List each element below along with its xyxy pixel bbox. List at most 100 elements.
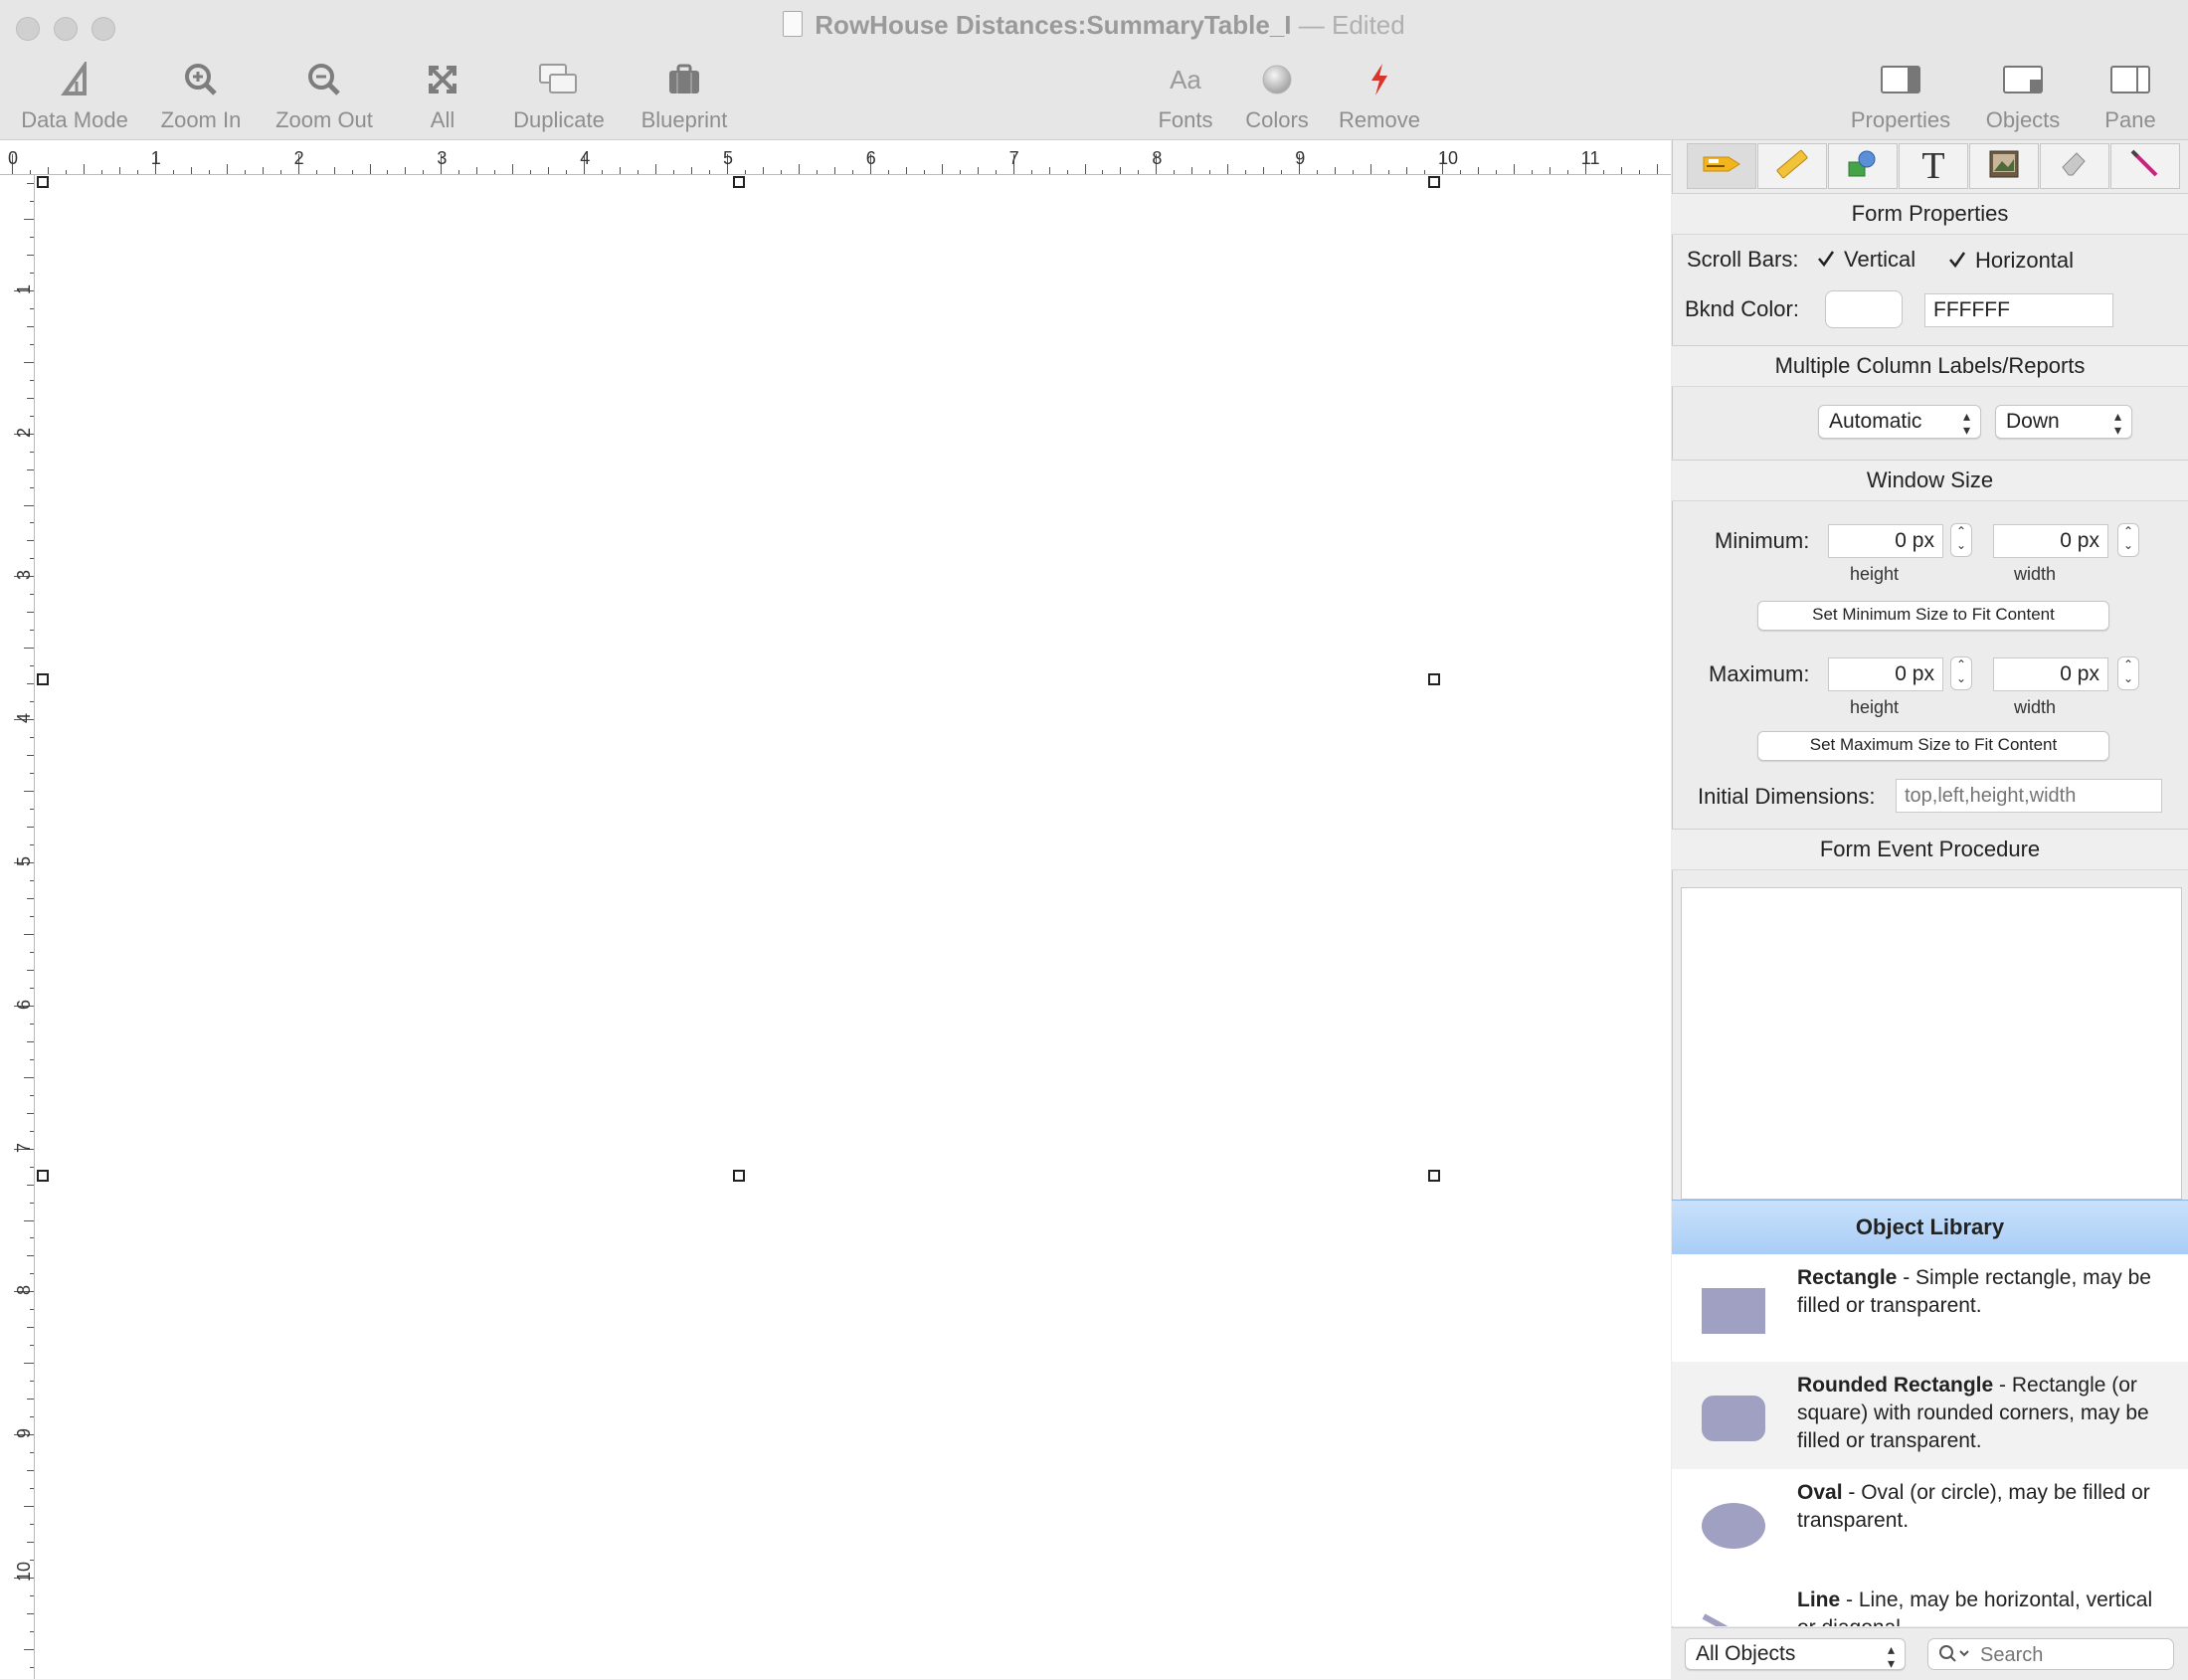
vertical-label: Vertical	[1844, 247, 1916, 272]
zoom-out-button[interactable]: Zoom Out	[267, 58, 382, 133]
text-tab[interactable]: T	[1899, 143, 1968, 189]
duplicate-icon	[503, 58, 615, 101]
vertical-scroll-checkbox[interactable]: Vertical	[1816, 247, 1915, 273]
maximum-label: Maximum:	[1709, 661, 1810, 686]
max-height-stepper[interactable]: ⌃ ⌄	[1950, 656, 1972, 690]
colors-icon	[1239, 58, 1315, 101]
properties-pane-icon	[1840, 58, 1961, 101]
form-properties-header: Form Properties	[1672, 193, 2188, 235]
object-filter-popup[interactable]: All Objects ▴ ▾	[1685, 1638, 1906, 1670]
library-item-line[interactable]: Line - Line, may be horizontal, vertical…	[1672, 1577, 2188, 1626]
image-tab[interactable]	[1969, 143, 2039, 189]
library-item-text: Oval - Oval (or circle), may be filled o…	[1797, 1481, 2150, 1532]
document-icon	[783, 11, 804, 37]
horizontal-scroll-checkbox[interactable]: Horizontal	[1947, 248, 2074, 274]
data-mode-icon	[14, 58, 135, 101]
objects-pane-button[interactable]: Objects	[1975, 58, 2071, 133]
ruler-number: 2	[14, 427, 34, 438]
column-layout-value: Automatic	[1829, 410, 1922, 433]
remove-button[interactable]: Remove	[1335, 58, 1424, 133]
rounded-rectangle-shape-icon	[1702, 1396, 1765, 1441]
ruler-number: 3	[14, 570, 34, 581]
chevron-updown-icon: ▴ ▾	[1887, 1641, 1895, 1671]
fonts-button[interactable]: Aa Fonts	[1150, 58, 1221, 133]
checkmark-icon	[1816, 249, 1836, 269]
shapes-tab[interactable]	[1828, 143, 1898, 189]
ruler-number: 4	[14, 713, 34, 724]
library-item-oval[interactable]: Oval - Oval (or circle), may be filled o…	[1672, 1469, 2188, 1577]
chevron-updown-icon: ▴ ▾	[2113, 408, 2121, 438]
min-width-stepper[interactable]: ⌃ ⌄	[2117, 523, 2139, 557]
colors-button[interactable]: Colors	[1239, 58, 1315, 133]
ruler-number: 6	[14, 999, 34, 1010]
form-properties-tab[interactable]	[1687, 143, 1756, 189]
min-height-stepper[interactable]: ⌃ ⌄	[1950, 523, 1972, 557]
fit-all-button[interactable]: All	[408, 58, 477, 133]
max-width-field[interactable]: 0 px	[1993, 657, 2108, 691]
window-title: RowHouse Distances:SummaryTable_I — Edit…	[0, 10, 2188, 41]
initial-dimensions-field[interactable]	[1896, 779, 2162, 813]
selection-handle[interactable]	[37, 1170, 49, 1182]
ruler-number: 11	[1580, 148, 1600, 168]
ruler-tab[interactable]	[1757, 143, 1827, 189]
min-height-field[interactable]: 0 px	[1828, 524, 1943, 558]
selection-handle[interactable]	[1428, 673, 1440, 685]
library-item-text: Rounded Rectangle - Rectangle (or square…	[1797, 1374, 2149, 1452]
ruler-number: 4	[580, 148, 591, 168]
zoom-out-label: Zoom Out	[275, 107, 373, 132]
fonts-icon: Aa	[1170, 64, 1201, 94]
ruler-number: 8	[14, 1285, 34, 1296]
form-tag-icon	[1701, 149, 1742, 184]
zoom-out-icon	[267, 58, 382, 101]
bknd-color-well[interactable]	[1825, 290, 1903, 328]
max-height-caption: height	[1850, 697, 1900, 717]
selection-handle[interactable]	[1428, 1170, 1440, 1182]
selection-handle[interactable]	[733, 1170, 745, 1182]
max-width-stepper[interactable]: ⌃ ⌄	[2117, 656, 2139, 690]
selection-handle[interactable]	[733, 176, 745, 188]
column-direction-popup[interactable]: Down ▴ ▾	[1995, 405, 2132, 439]
set-max-size-button[interactable]: Set Maximum Size to Fit Content	[1757, 731, 2109, 761]
remove-label: Remove	[1339, 107, 1420, 132]
ruler-number: 0	[8, 148, 19, 168]
blueprint-button[interactable]: Blueprint	[633, 58, 736, 133]
vertical-ruler: 1 2 3 4 5 6 7 8 9 10	[0, 175, 35, 1679]
data-mode-button[interactable]: Data Mode	[14, 58, 135, 133]
duplicate-button[interactable]: Duplicate	[503, 58, 615, 133]
event-procedure-editor[interactable]	[1681, 887, 2182, 1200]
library-item-rectangle[interactable]: Rectangle - Simple rectangle, may be fil…	[1672, 1254, 2188, 1362]
ruler-number: 7	[1008, 148, 1019, 168]
selection-handle[interactable]	[1428, 176, 1440, 188]
pane-toggle-button[interactable]: Pane	[2089, 58, 2172, 133]
bknd-color-hex-field[interactable]: FFFFFF	[1924, 293, 2113, 327]
horizontal-label: Horizontal	[1975, 248, 2075, 273]
selection-handle[interactable]	[37, 176, 49, 188]
object-library-list[interactable]: Rectangle - Simple rectangle, may be fil…	[1672, 1254, 2188, 1626]
scroll-bars-label: Scroll Bars:	[1687, 247, 1799, 272]
form-canvas[interactable]	[35, 175, 1671, 1679]
column-direction-value: Down	[2006, 410, 2060, 433]
horizontal-ruler: 0 1 2 3 4 5 6 7 8 9 10 11	[0, 140, 1671, 175]
library-item-text: Rectangle - Simple rectangle, may be fil…	[1797, 1266, 2151, 1317]
minimum-label: Minimum:	[1715, 528, 1810, 553]
set-min-size-button[interactable]: Set Minimum Size to Fit Content	[1757, 601, 2109, 631]
column-layout-popup[interactable]: Automatic ▴ ▾	[1818, 405, 1981, 439]
shapes-icon	[1845, 148, 1881, 185]
properties-pane-button[interactable]: Properties	[1840, 58, 1961, 133]
fonts-label: Fonts	[1158, 107, 1213, 132]
zoom-in-button[interactable]: Zoom In	[151, 58, 251, 133]
ruler-number: 8	[1152, 148, 1163, 168]
eraser-tab[interactable]	[2040, 143, 2109, 189]
max-height-field[interactable]: 0 px	[1828, 657, 1943, 691]
search-input[interactable]	[1978, 1641, 2167, 1669]
ruler-number: 1	[150, 148, 161, 168]
form-event-procedure-header: Form Event Procedure	[1672, 829, 2188, 870]
wand-tab[interactable]	[2110, 143, 2180, 189]
selection-handle[interactable]	[37, 673, 49, 685]
min-width-field[interactable]: 0 px	[1993, 524, 2108, 558]
library-item-rounded-rectangle[interactable]: Rounded Rectangle - Rectangle (or square…	[1672, 1362, 2188, 1469]
data-mode-label: Data Mode	[21, 107, 128, 132]
library-search-box[interactable]	[1927, 1638, 2174, 1670]
ruler-icon	[1774, 148, 1810, 185]
chevron-updown-icon: ▴ ▾	[1962, 408, 1970, 438]
